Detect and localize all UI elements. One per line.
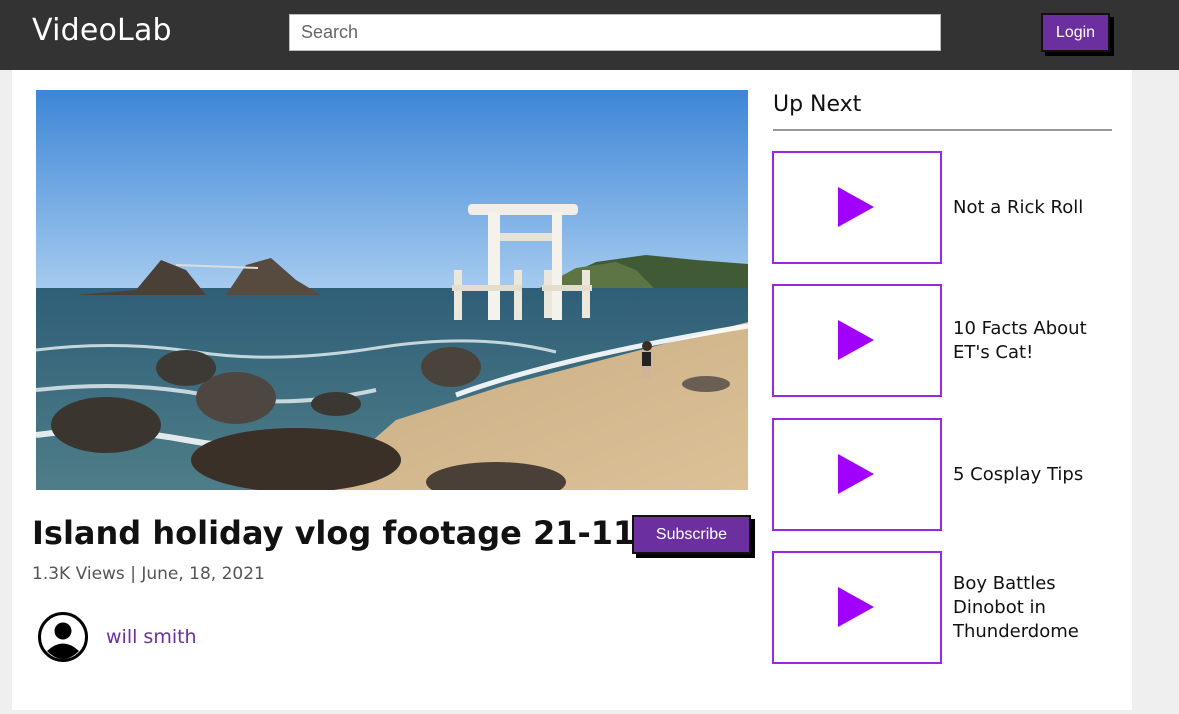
up-next-heading: Up Next: [773, 92, 862, 117]
video-thumbnail[interactable]: [772, 151, 942, 264]
up-next-card[interactable]: Not a Rick Roll: [772, 151, 1112, 264]
video-player[interactable]: [36, 90, 748, 490]
video-thumbnail-image: [36, 90, 748, 490]
top-navbar: VideoLab Login: [0, 0, 1179, 70]
video-views-date: 1.3K Views | June, 18, 2021: [32, 564, 265, 584]
subscribe-button[interactable]: Subscribe: [632, 515, 751, 554]
user-avatar-icon[interactable]: [38, 612, 88, 662]
video-thumbnail[interactable]: [772, 551, 942, 664]
up-next-title[interactable]: Not a Rick Roll: [953, 151, 1113, 264]
search-input[interactable]: [289, 14, 941, 51]
play-icon: [838, 587, 874, 627]
video-thumbnail[interactable]: [772, 418, 942, 531]
play-icon: [838, 454, 874, 494]
up-next-card[interactable]: 5 Cosplay Tips: [772, 418, 1112, 531]
up-next-title[interactable]: 10 Facts About ET's Cat!: [953, 284, 1113, 397]
brand-logo[interactable]: VideoLab: [32, 13, 172, 48]
up-next-title[interactable]: 5 Cosplay Tips: [953, 418, 1113, 531]
up-next-title[interactable]: Boy Battles Dinobot in Thunderdome: [953, 551, 1113, 664]
video-thumbnail[interactable]: [772, 284, 942, 397]
play-icon: [838, 187, 874, 227]
login-button[interactable]: Login: [1041, 13, 1110, 52]
divider: [773, 129, 1112, 131]
channel-name-link[interactable]: will smith: [106, 626, 197, 648]
play-icon: [838, 320, 874, 360]
main-content: Island holiday vlog footage 21-11-5 Subs…: [12, 70, 1132, 710]
up-next-card[interactable]: Boy Battles Dinobot in Thunderdome: [772, 551, 1112, 664]
up-next-card[interactable]: 10 Facts About ET's Cat!: [772, 284, 1112, 397]
video-title: Island holiday vlog footage 21-11-5: [32, 514, 671, 552]
